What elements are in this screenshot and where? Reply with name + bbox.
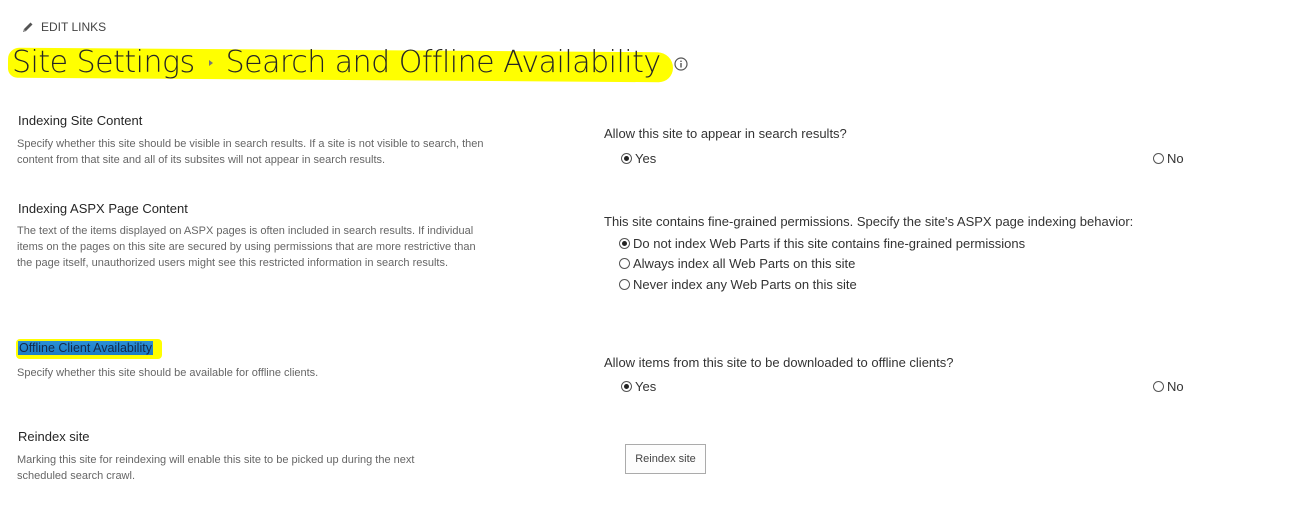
info-icon[interactable] <box>674 57 688 71</box>
aspx-indexing-question: This site contains fine-grained permissi… <box>604 214 1134 229</box>
reindex-site-title: Reindex site <box>18 429 90 444</box>
pencil-icon <box>23 22 33 32</box>
offline-download-question: Allow items from this site to be downloa… <box>604 355 954 370</box>
radio-label: Yes <box>635 151 657 166</box>
radio-unselected-icon[interactable] <box>1153 153 1164 164</box>
offline-no-radio[interactable]: No <box>1153 379 1184 394</box>
offline-yes-radio[interactable]: Yes <box>621 379 656 394</box>
offline-title-highlight: Offline Client Availability <box>16 339 162 359</box>
edit-links-label: EDIT LINKS <box>41 20 107 34</box>
radio-selected-icon[interactable] <box>621 381 632 392</box>
offline-client-availability-description: Specify whether this site should be avai… <box>17 367 319 379</box>
indexing-aspx-title: Indexing ASPX Page Content <box>18 201 188 216</box>
reindex-site-description: Marking this site for reindexing will en… <box>17 454 415 482</box>
radio-unselected-icon[interactable] <box>1153 381 1164 392</box>
radio-unselected-icon[interactable] <box>619 258 630 269</box>
aspx-always-index-radio[interactable]: Always index all Web Parts on this site <box>619 256 855 271</box>
reindex-site-button[interactable]: Reindex site <box>625 444 706 474</box>
aspx-never-index-radio[interactable]: Never index any Web Parts on this site <box>619 277 857 292</box>
indexing-site-content-title: Indexing Site Content <box>18 113 143 128</box>
radio-label: Do not index Web Parts if this site cont… <box>633 236 1026 251</box>
breadcrumb-current-page: Search and Offline Availability <box>225 44 662 80</box>
search-visibility-question: Allow this site to appear in search resu… <box>604 126 847 141</box>
radio-selected-icon[interactable] <box>619 238 630 249</box>
page-title: Site Settings Search and Offline Availab… <box>12 38 688 86</box>
search-visibility-no-radio[interactable]: No <box>1153 151 1184 166</box>
radio-label: No <box>1167 379 1184 394</box>
radio-label: Never index any Web Parts on this site <box>633 277 857 292</box>
radio-unselected-icon[interactable] <box>619 279 630 290</box>
radio-selected-icon[interactable] <box>621 153 632 164</box>
breadcrumb-separator-icon <box>208 60 213 66</box>
search-visibility-yes-radio[interactable]: Yes <box>621 151 656 166</box>
radio-label: Always index all Web Parts on this site <box>633 256 856 271</box>
indexing-aspx-description: The text of the items displayed on ASPX … <box>17 225 476 269</box>
offline-client-availability-title: Offline Client Availability <box>18 341 153 355</box>
aspx-do-not-index-radio[interactable]: Do not index Web Parts if this site cont… <box>619 236 1025 251</box>
radio-label: No <box>1167 151 1184 166</box>
breadcrumb-site-settings[interactable]: Site Settings <box>12 45 195 80</box>
radio-label: Yes <box>635 379 657 394</box>
indexing-site-content-description: Specify whether this site should be visi… <box>17 138 484 166</box>
edit-links-button[interactable]: EDIT LINKS <box>22 19 106 35</box>
